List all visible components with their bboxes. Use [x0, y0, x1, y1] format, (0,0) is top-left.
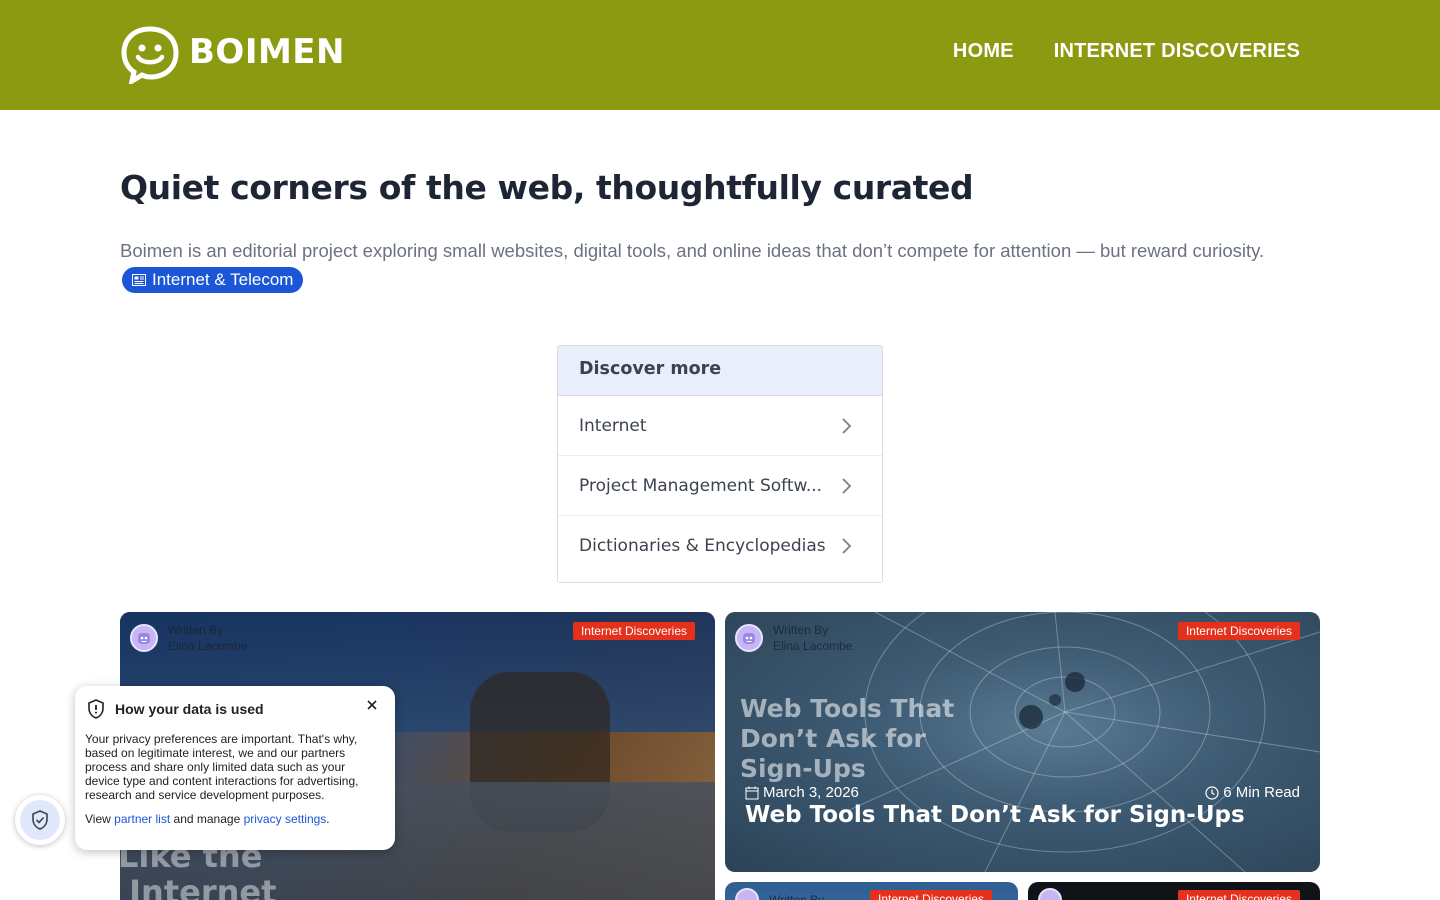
privacy-popup: How your data is used Your privacy prefe… [75, 686, 395, 850]
category-badge[interactable]: Internet Discoveries [870, 890, 993, 900]
card-date-text: March 3, 2026 [763, 784, 859, 801]
privacy-footer-prefix: View [85, 812, 111, 826]
article-card[interactable]: Written By Internet Discoveries [725, 882, 1018, 900]
site-header: BOIMEN HOME INTERNET DISCOVERIES [0, 0, 1440, 110]
card-author[interactable] [1038, 888, 1062, 900]
intro-description: Boimen is an editorial project exploring… [120, 240, 1265, 261]
smiley-chat-logo-icon [121, 26, 179, 84]
card-title[interactable]: Web Tools That Don’t Ask for Sign-Ups [745, 802, 1245, 828]
nav-internet-discoveries[interactable]: INTERNET DISCOVERIES [1054, 40, 1300, 63]
card-read-time: 6 Min Read [1205, 784, 1300, 801]
card-image-text: Web Tools That Don’t Ask for Sign-Ups [740, 694, 955, 783]
logo-text: BOIMEN [189, 32, 345, 72]
topic-chip-internet-telecom[interactable]: Internet & Telecom [122, 267, 304, 293]
privacy-footer-suffix: . [326, 812, 330, 826]
privacy-body: Your privacy preferences are important. … [85, 732, 359, 802]
author-prefix: Written By [773, 623, 829, 637]
calendar-icon [745, 786, 759, 799]
chevron-right-icon [840, 417, 852, 435]
card-author[interactable]: Written By Elina Lacombe [130, 622, 247, 654]
avatar [735, 888, 759, 900]
clock-icon [1205, 785, 1219, 800]
main-nav: HOME INTERNET DISCOVERIES [953, 40, 1300, 63]
category-badge[interactable]: Internet Discoveries [1177, 622, 1300, 640]
page-title: Quiet corners of the web, thoughtfully c… [120, 168, 974, 207]
discover-item-label: Dictionaries & Encyclopedias [579, 536, 826, 556]
discover-more-panel: Discover more Internet Project Managemen… [557, 345, 883, 583]
privacy-footer: View partner list and manage privacy set… [85, 812, 385, 826]
newspaper-icon [132, 274, 146, 286]
discover-item-project-management[interactable]: Project Management Softw... [558, 456, 882, 516]
chevron-right-icon [840, 537, 852, 555]
author-prefix: Written By [168, 623, 224, 637]
privacy-header: How your data is used [85, 698, 385, 720]
partner-list-link[interactable]: partner list [114, 812, 170, 826]
site-logo[interactable]: BOIMEN [121, 26, 345, 84]
card-author[interactable]: Written By [735, 888, 824, 900]
card-meta: March 3, 2026 6 Min Read [745, 784, 1300, 801]
discover-item-internet[interactable]: Internet [558, 396, 882, 456]
discover-more-heading: Discover more [558, 346, 882, 396]
discover-item-label: Project Management Softw... [579, 475, 823, 496]
privacy-fab-inner [20, 800, 60, 840]
author-name: Elina Lacombe [773, 639, 853, 653]
robot-avatar-icon [138, 633, 150, 644]
category-badge[interactable]: Internet Discoveries [572, 622, 695, 640]
avatar [130, 624, 158, 652]
card-read-time-text: 6 Min Read [1223, 784, 1300, 801]
privacy-settings-link[interactable]: privacy settings [244, 812, 327, 826]
nav-home[interactable]: HOME [953, 40, 1014, 63]
close-icon[interactable] [365, 698, 379, 712]
intro-text: Boimen is an editorial project exploring… [120, 236, 1300, 296]
author-name: Elina Lacombe [168, 639, 248, 653]
topic-chip-label: Internet & Telecom [152, 270, 294, 289]
article-card[interactable]: Web Tools That Don’t Ask for Sign-Ups Wr… [725, 612, 1320, 872]
author-prefix: Written By [769, 893, 825, 900]
privacy-title: How your data is used [115, 701, 264, 717]
article-card[interactable]: Internet Discoveries [1028, 882, 1320, 900]
robot-avatar-icon [743, 633, 755, 644]
card-date: March 3, 2026 [745, 784, 859, 801]
avatar [735, 624, 763, 652]
category-badge[interactable]: Internet Discoveries [1177, 890, 1300, 900]
card-author[interactable]: Written By Elina Lacombe [735, 622, 852, 654]
discover-item-label: Internet [579, 415, 647, 436]
privacy-footer-middle: and manage [173, 812, 241, 826]
chevron-right-icon [840, 477, 852, 495]
discover-item-dictionaries[interactable]: Dictionaries & Encyclopedias [558, 516, 882, 576]
shield-alert-icon [88, 699, 104, 719]
privacy-settings-button[interactable] [15, 795, 65, 845]
avatar [1038, 888, 1062, 900]
shield-check-icon [32, 810, 48, 830]
